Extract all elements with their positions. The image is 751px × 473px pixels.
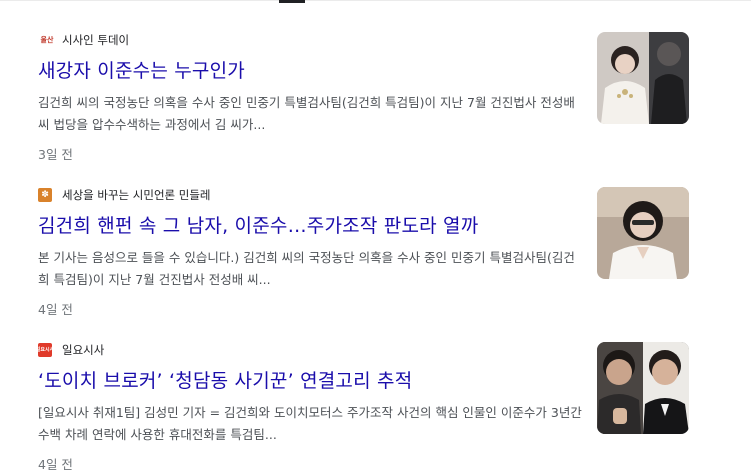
source-favicon-icon: 일요시사 — [38, 343, 52, 357]
source-name: 일요시사 — [62, 343, 105, 357]
result-snippet: [일요시사 취재1팀] 김성민 기자 = 김건희와 도이치모터스 주가조작 사건… — [38, 405, 582, 442]
active-tab-indicator — [279, 0, 305, 3]
result-age: 4일 전 — [38, 457, 73, 472]
news-source[interactable]: 울산 시사인 투데이 — [38, 32, 130, 48]
top-divider — [0, 0, 751, 1]
news-source[interactable]: 일요시사 일요시사 — [38, 342, 104, 358]
result-title-link[interactable]: 새강자 이준수는 누구인가 — [38, 56, 583, 83]
dandelion-favicon-icon: ✽ — [38, 188, 52, 202]
source-favicon-icon: 울산 — [40, 35, 54, 44]
news-source[interactable]: ✽ 세상을 바꾸는 시민언론 민들레 — [38, 187, 211, 203]
result-title-link[interactable]: 김건희 핸펀 속 그 남자, 이준수…주가조작 판도라 열까 — [38, 211, 583, 238]
result-snippet: 본 기사는 음성으로 들을 수 있습니다.) 김건희 씨의 국정농단 의혹을 수… — [38, 250, 575, 287]
result-age: 4일 전 — [38, 302, 73, 317]
source-name: 시사인 투데이 — [62, 33, 130, 47]
news-photo-thumbnail[interactable] — [597, 342, 689, 434]
news-photo-thumbnail[interactable] — [597, 32, 689, 124]
source-name: 세상을 바꾸는 시민언론 민들레 — [62, 188, 211, 202]
result-age: 3일 전 — [38, 147, 73, 162]
result-title-link[interactable]: ‘도이치 브로커’ ‘청담동 사기꾼’ 연결고리 추적 — [38, 366, 583, 393]
news-photo-thumbnail[interactable] — [597, 187, 689, 279]
result-snippet: 김건희 씨의 국정농단 의혹을 수사 중인 민중기 특별검사팀(김건희 특검팀)… — [38, 95, 575, 132]
